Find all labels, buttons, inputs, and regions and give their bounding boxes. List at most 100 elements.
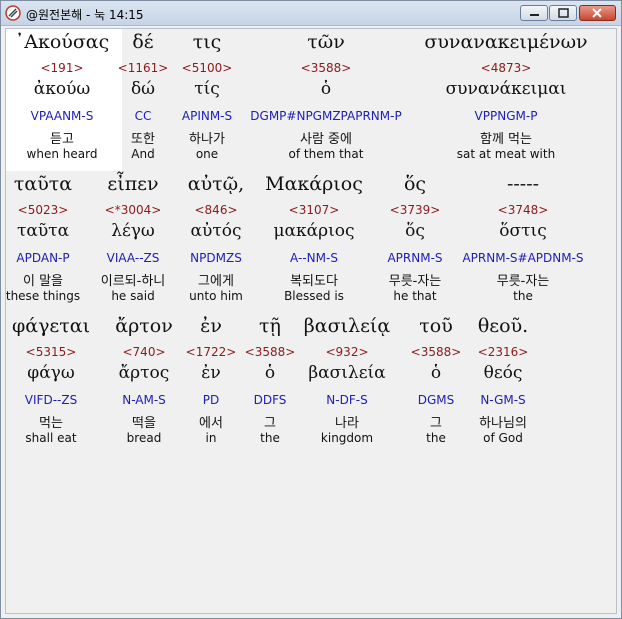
word-english: he that: [393, 289, 437, 303]
word-korean: 함께 먹는: [480, 132, 532, 147]
word-korean: 또한: [131, 132, 155, 147]
word-korean: 그: [430, 416, 442, 431]
word-strong: <3739>: [389, 203, 441, 217]
word-strong: <*3004>: [104, 203, 162, 217]
window-title: @원전본해 - 눅 14:15: [26, 8, 144, 22]
word-english: the: [260, 431, 280, 445]
word-korean: 에서: [199, 416, 223, 431]
word-lemma: ὁ: [320, 79, 332, 99]
word-greek[interactable]: δέ: [132, 31, 153, 53]
word-parsing: DDFS: [253, 393, 287, 407]
word-korean: 하나가: [189, 132, 225, 147]
word-english: of God: [483, 431, 523, 445]
maximize-icon: [558, 8, 569, 18]
close-button[interactable]: [579, 5, 616, 21]
word-english: bread: [126, 431, 162, 445]
word-lemma: ἀκούω: [33, 79, 91, 99]
word-lemma: ἐν: [201, 363, 221, 383]
word-greek[interactable]: βασιλείᾳ: [304, 315, 390, 337]
word-greek[interactable]: αὐτῷ,: [188, 173, 244, 195]
word-korean: 이 말을: [22, 274, 64, 289]
word-english: kingdom: [320, 431, 374, 445]
word-strong: <740>: [122, 345, 166, 359]
word-korean: 무릇-자는: [388, 274, 442, 289]
word-korean: 이르되-하니: [100, 274, 166, 289]
app-icon: [5, 5, 21, 21]
word-lemma: δώ: [130, 79, 156, 99]
word-lemma: ὁ: [430, 363, 442, 383]
word-english: in: [205, 431, 217, 445]
word-lemma: αὐτός: [190, 221, 242, 241]
word-strong: <932>: [325, 345, 369, 359]
word-greek[interactable]: ᾿Ακούσας: [15, 31, 110, 53]
word-strong: <2316>: [477, 345, 529, 359]
word-korean: 하나님의: [479, 416, 527, 431]
word-greek[interactable]: εἶπεν: [107, 173, 158, 195]
word-greek[interactable]: ἐν: [200, 315, 222, 337]
word-parsing: VPPNGM-P: [474, 109, 538, 123]
word-english: the: [513, 289, 533, 303]
word-greek[interactable]: τῶν: [307, 31, 345, 53]
word-strong: <3588>: [244, 345, 296, 359]
word-lemma: ὅστις: [499, 221, 547, 241]
word-greek[interactable]: τοῦ: [419, 315, 453, 337]
word-lemma: φάγω: [27, 363, 75, 383]
word-greek[interactable]: Μακάριος: [265, 173, 363, 195]
word-greek[interactable]: ἄρτον: [115, 315, 173, 337]
word-strong: <3107>: [288, 203, 340, 217]
word-parsing: APRNM-S: [387, 251, 443, 265]
word-parsing: N-DF-S: [326, 393, 368, 407]
word-lemma: θεός: [483, 363, 523, 383]
word-korean: 먹는: [39, 416, 63, 431]
word-strong: <5023>: [17, 203, 69, 217]
word-parsing: VPAANM-S: [30, 109, 94, 123]
interlinear-view[interactable]: ᾿Ακούσας <191> ἀκούω VPAANM-S 듣고 when heard δέ…: [5, 28, 617, 614]
word-greek[interactable]: ταῦτα: [14, 173, 72, 195]
word-parsing: DGMP#NPGMZPAPRNM-P: [250, 109, 402, 123]
word-strong: <3748>: [497, 203, 549, 217]
word-lemma: βασιλεία: [308, 363, 386, 383]
word-english: unto him: [189, 289, 243, 303]
word-parsing: APRNM-S#APDNM-S: [462, 251, 584, 265]
word-greek[interactable]: συνανακειμένων: [424, 31, 587, 53]
title-bar[interactable]: @원전본해 - 눅 14:15: [1, 1, 621, 26]
word-lemma: ταῦτα: [16, 221, 70, 241]
word-lemma: τίς: [194, 79, 220, 99]
word-lemma: ὁ: [264, 363, 276, 383]
word-strong: <4873>: [480, 61, 532, 75]
word-korean: 복되도다: [290, 274, 338, 289]
word-english: he said: [111, 289, 155, 303]
word-lemma: μακάριος: [273, 221, 355, 241]
word-greek[interactable]: φάγεται: [12, 315, 90, 337]
word-greek[interactable]: τις: [193, 31, 222, 53]
word-english: one: [195, 147, 219, 161]
word-strong: <1722>: [185, 345, 237, 359]
word-parsing: DGMS: [417, 393, 455, 407]
word-parsing: A--NM-S: [290, 251, 338, 265]
word-parsing: NPDMZS: [190, 251, 242, 265]
minimize-button[interactable]: [520, 5, 548, 21]
word-english: sat at meat with: [456, 147, 556, 161]
word-greek[interactable]: -----: [507, 173, 539, 195]
word-strong: <5315>: [25, 345, 77, 359]
word-parsing: APINM-S: [181, 109, 233, 123]
word-parsing: CC: [134, 109, 152, 123]
word-greek[interactable]: ὅς: [404, 173, 426, 195]
word-korean: 무릇-자는: [496, 274, 550, 289]
word-korean: 나라: [335, 416, 359, 431]
word-greek[interactable]: τῇ: [259, 315, 281, 337]
word-english: the: [426, 431, 446, 445]
word-strong: <846>: [194, 203, 238, 217]
word-korean: 그: [264, 416, 276, 431]
word-korean: 듣고: [50, 132, 74, 147]
word-lemma: ἄρτος: [118, 363, 170, 383]
word-english: of them that: [288, 147, 364, 161]
word-parsing: N-GM-S: [480, 393, 526, 407]
word-greek[interactable]: θεοῦ.: [478, 315, 528, 337]
word-parsing: VIAA--ZS: [106, 251, 160, 265]
word-lemma: ὅς: [405, 221, 425, 241]
close-icon: [592, 8, 602, 18]
word-parsing: N-AM-S: [122, 393, 166, 407]
word-parsing: PD: [202, 393, 220, 407]
maximize-button[interactable]: [549, 5, 577, 21]
